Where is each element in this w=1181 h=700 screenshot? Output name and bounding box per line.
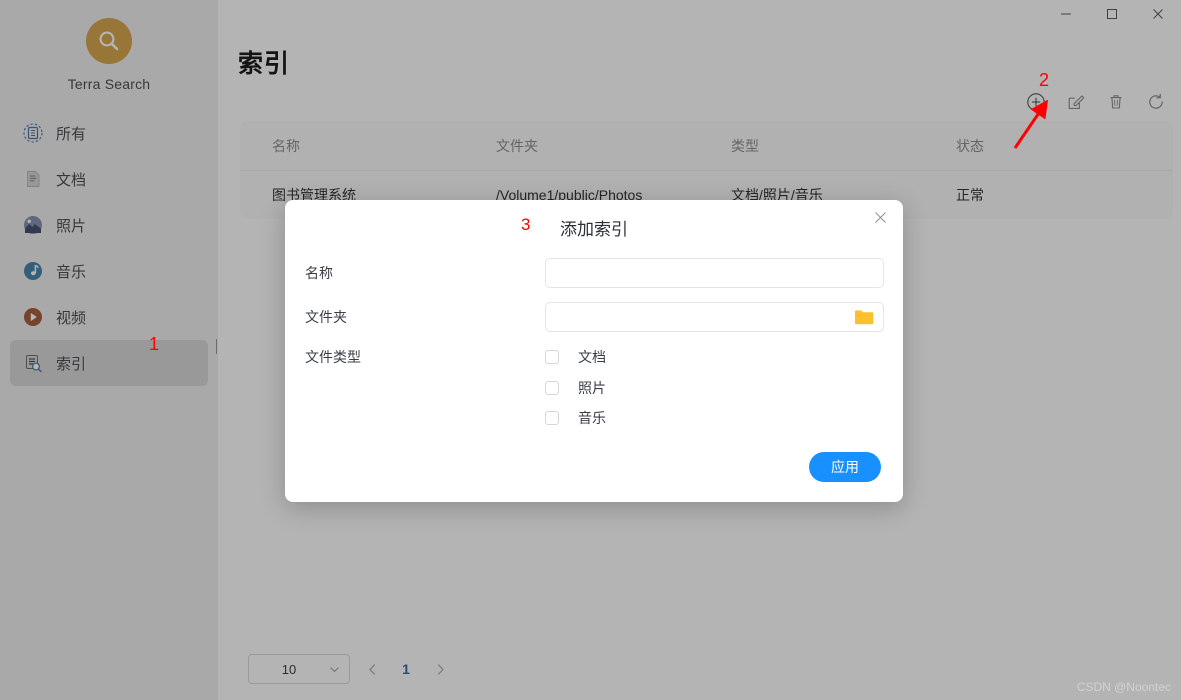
dialog-body: 名称 文件夹 文件类型 文档 照片 音乐 <box>285 255 903 433</box>
sidebar-item-label: 音乐 <box>56 263 87 281</box>
chevron-down-icon <box>329 664 340 675</box>
delete-index-button[interactable] <box>1105 91 1127 113</box>
pagination: 10 1 <box>248 654 454 684</box>
folder-input[interactable] <box>545 302 884 332</box>
music-note-icon <box>22 260 44 282</box>
dialog-title: 添加索引 <box>560 220 628 239</box>
sidebar-item-label: 照片 <box>56 217 87 235</box>
edit-index-button[interactable] <box>1065 91 1087 113</box>
refresh-button[interactable] <box>1145 91 1167 113</box>
checkbox-label-music: 音乐 <box>578 410 606 426</box>
page-size-select[interactable]: 10 <box>248 654 350 684</box>
label-folder: 文件夹 <box>305 309 347 325</box>
watermark: CSDN @Noontec <box>1076 680 1171 694</box>
sidebar-item-music[interactable]: 音乐 <box>10 248 208 294</box>
checkbox-document[interactable] <box>545 350 559 364</box>
sidebar-item-document[interactable]: 文档 <box>10 156 208 202</box>
pagination-next-button[interactable] <box>426 655 454 683</box>
field-row-folder: 文件夹 <box>285 299 903 335</box>
sidebar-item-video[interactable]: 视频 <box>10 294 208 340</box>
checkbox-row-document: 文档 <box>545 347 606 367</box>
checkbox-row-photo: 照片 <box>285 373 903 403</box>
column-header-type: 类型 <box>731 137 759 154</box>
checkbox-group: 照片 音乐 <box>285 373 903 433</box>
annotation-marker-2: 2 <box>1039 70 1050 90</box>
window-close-button[interactable] <box>1135 0 1181 28</box>
label-name: 名称 <box>305 265 333 281</box>
brand: Terra Search <box>0 0 218 92</box>
name-input[interactable] <box>545 258 884 288</box>
document-icon <box>22 168 44 190</box>
annotation-marker-1: 1 <box>149 334 160 354</box>
checkbox-row-music: 音乐 <box>285 403 903 433</box>
sidebar-item-label: 所有 <box>56 125 87 143</box>
video-play-icon <box>22 306 44 328</box>
sidebar-item-all[interactable]: 所有 <box>10 110 208 156</box>
page-size-value: 10 <box>281 661 297 677</box>
all-files-icon <box>22 122 44 144</box>
sidebar-item-photo[interactable]: 照片 <box>10 202 208 248</box>
window-minimize-button[interactable] <box>1043 0 1089 28</box>
photo-icon <box>22 214 44 236</box>
window-maximize-button[interactable] <box>1089 0 1135 28</box>
pagination-prev-button[interactable] <box>358 655 386 683</box>
checkbox-label-document: 文档 <box>578 349 606 365</box>
checkbox-photo[interactable] <box>545 381 559 395</box>
add-index-dialog: 添加索引 名称 文件夹 文件类型 文档 照片 音乐 应用 <box>285 200 903 502</box>
checkbox-label-photo: 照片 <box>578 380 606 396</box>
page-title: 索引 <box>238 50 291 78</box>
search-magnifier-icon <box>86 18 132 64</box>
annotation-marker-3: 3 <box>521 215 531 234</box>
checkbox-music[interactable] <box>545 411 559 425</box>
brand-name: Terra Search <box>67 76 151 92</box>
sidebar-item-label: 视频 <box>56 309 87 327</box>
sidebar-item-index[interactable]: 索引 <box>10 340 208 386</box>
index-search-icon <box>22 352 44 374</box>
sidebar: Terra Search 所有 文档 照片 音乐 视频 索引 <box>0 0 220 700</box>
sidebar-nav: 所有 文档 照片 音乐 视频 索引 <box>0 110 218 386</box>
red-arrow-icon <box>1013 100 1049 149</box>
field-row-filetype: 文件类型 文档 <box>285 343 903 371</box>
sidebar-item-label: 索引 <box>56 355 87 373</box>
label-filetype: 文件类型 <box>305 349 361 365</box>
sidebar-item-label: 文档 <box>56 171 87 189</box>
column-header-folder: 文件夹 <box>496 137 538 154</box>
cell-status: 正常 <box>956 187 984 203</box>
field-row-name: 名称 <box>285 255 903 291</box>
column-header-name: 名称 <box>272 137 300 154</box>
apply-button[interactable]: 应用 <box>809 452 881 482</box>
pagination-page-1[interactable]: 1 <box>394 655 418 683</box>
folder-icon[interactable] <box>854 309 874 326</box>
